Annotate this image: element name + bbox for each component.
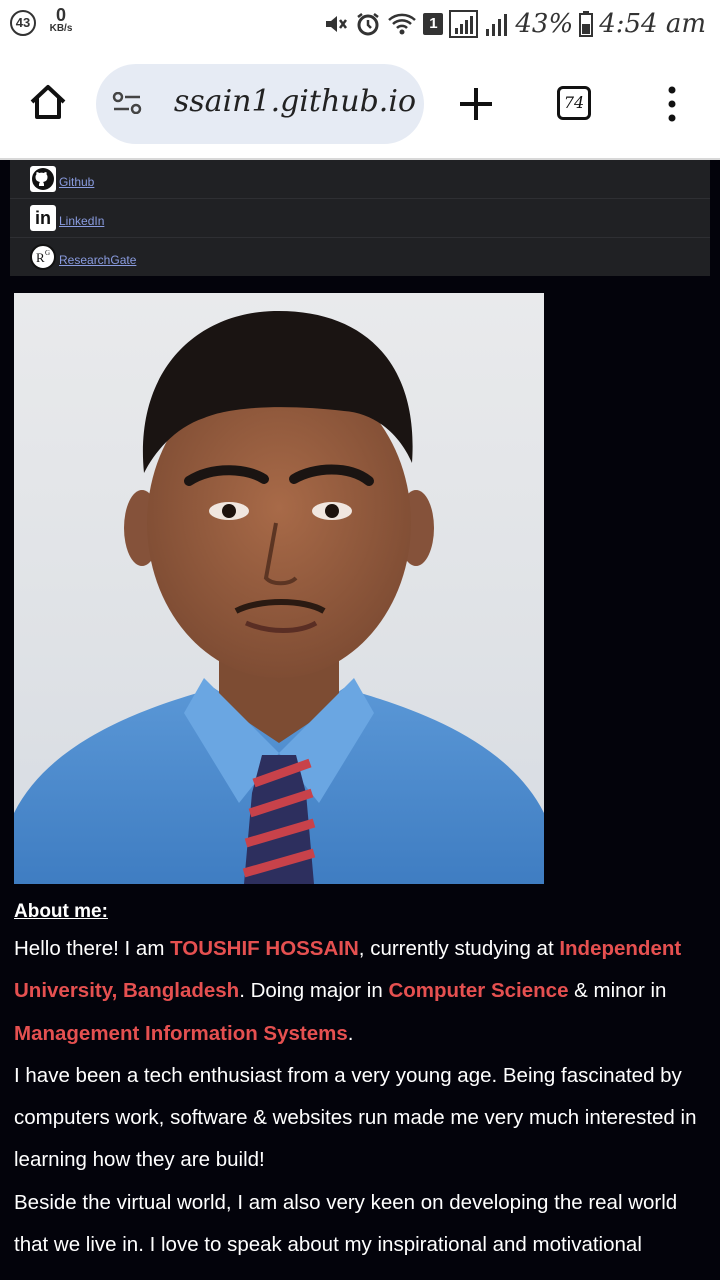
tab-switcher-button[interactable]: 74 [557,86,591,120]
signal-strength-2-icon [486,14,508,36]
intro-text-1: Hello there! I am [14,937,171,960]
linkedin-icon[interactable]: in [30,205,56,231]
about-heading: About me: [14,901,108,922]
social-item-researchgate: R G ResearchGate [10,238,710,276]
social-links-list: Github in LinkedIn R G ResearchGate [10,160,710,276]
about-intro-paragraph: Hello there! I am TOUSHIF HOSSAIN, curre… [14,928,704,1055]
person-name: TOUSHIF HOSSAIN [170,937,359,960]
profile-photo [14,293,544,884]
browser-toolbar: ssain1.github.io 74 [0,48,720,160]
site-settings-icon[interactable] [112,92,142,114]
intro-text-3: . Doing major in [239,979,389,1003]
intro-text-4: & minor in [568,979,667,1003]
svg-text:G: G [45,249,50,257]
more-options-icon[interactable] [662,86,682,122]
linkedin-link[interactable]: LinkedIn [59,214,104,228]
status-bar: 43 0 KB/s 1 43% 4:54 am [0,0,720,48]
minor-name: Management Information Systems [14,1021,348,1045]
net-speed-value: 0 [55,5,66,25]
social-item-github: Github [10,160,710,199]
github-link[interactable]: Github [59,175,94,189]
github-icon[interactable] [30,166,56,192]
researchgate-icon[interactable]: R G [30,244,56,270]
battery-percentage: 43% [515,9,574,39]
network-speed: 0 KB/s [46,6,76,34]
net-speed-unit: KB/s [49,23,73,34]
new-tab-icon[interactable] [456,84,496,124]
wifi-icon [388,13,417,35]
intro-text-2: , currently studying at [358,937,560,960]
mute-icon [326,16,348,32]
url-text[interactable]: ssain1.github.io [146,84,416,119]
researchgate-link[interactable]: ResearchGate [59,253,136,267]
sim-slot-indicator: 1 [423,13,444,35]
battery-icon [579,11,594,37]
about-section: About me: Hello there! I am TOUSHIF HOSS… [14,896,704,1266]
social-item-linkedin: in LinkedIn [10,199,710,238]
about-paragraph-tech: I have been a tech enthusiast from a ver… [14,1063,697,1172]
clock: 4:54 am [599,9,706,39]
signal-strength-icon [449,10,479,38]
home-icon[interactable] [28,82,68,122]
about-paragraph-world: Beside the virtual world, I am also very… [14,1190,678,1257]
notification-count-badge: 43 [10,10,36,36]
intro-text-5: . [347,1021,354,1045]
major-name: Computer Science [388,979,569,1003]
alarm-icon [357,13,380,36]
address-bar[interactable]: ssain1.github.io [96,64,424,144]
svg-text:R: R [36,250,45,265]
